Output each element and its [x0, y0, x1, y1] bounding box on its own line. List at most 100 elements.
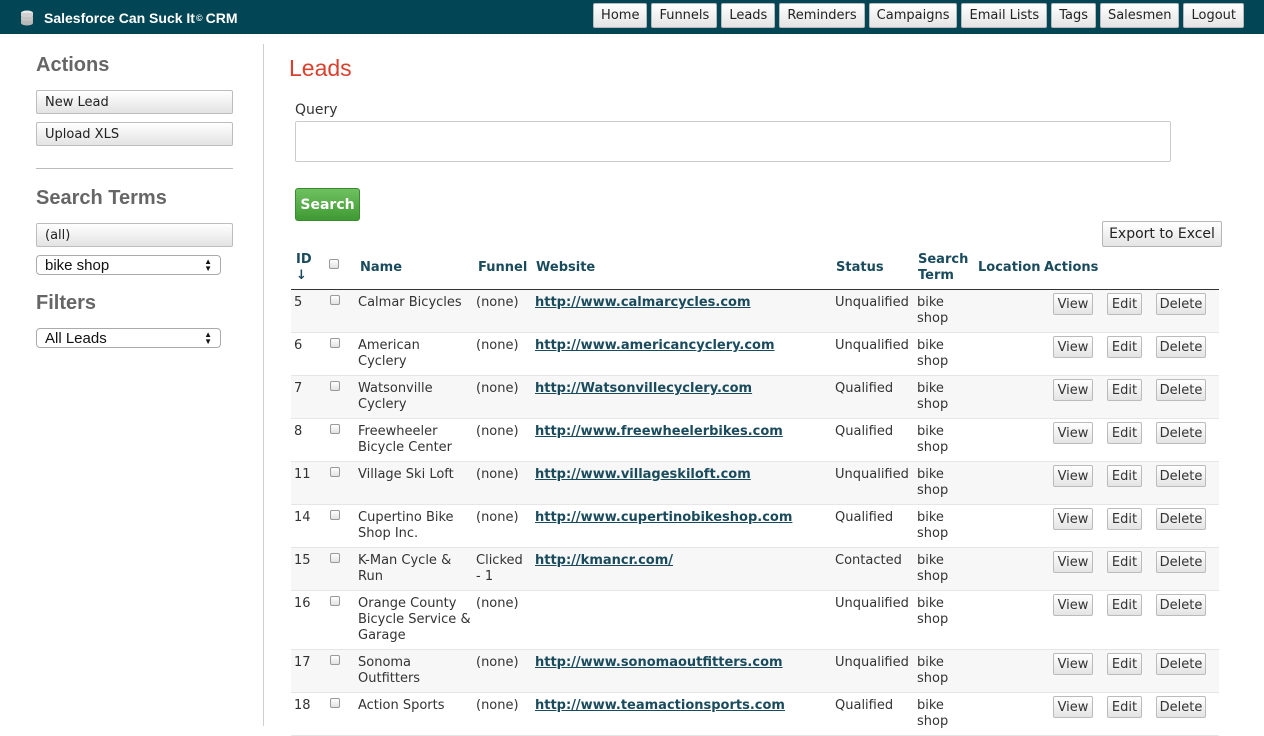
- filter-select[interactable]: All Leads ▲ ▼: [36, 328, 221, 348]
- nav-logout[interactable]: Logout: [1183, 3, 1244, 28]
- row-checkbox[interactable]: [330, 655, 340, 665]
- header-status: Status: [836, 260, 884, 275]
- cell-id: 18: [294, 698, 311, 713]
- cell-id: 16: [294, 596, 311, 611]
- cell-website-link[interactable]: http://Watsonvillecyclery.com: [535, 381, 752, 397]
- edit-button[interactable]: Edit: [1107, 293, 1142, 315]
- view-button[interactable]: View: [1053, 422, 1093, 444]
- cell-website-link[interactable]: http://www.calmarcycles.com: [535, 295, 751, 311]
- cell-search-term-line: shop: [917, 311, 949, 326]
- view-button[interactable]: View: [1053, 653, 1093, 675]
- nav-email-lists[interactable]: Email Lists: [961, 3, 1048, 28]
- cell-name: American Cyclery: [358, 338, 420, 370]
- edit-button[interactable]: Edit: [1107, 336, 1142, 358]
- edit-button[interactable]: Edit: [1107, 508, 1142, 530]
- cell-id: 15: [294, 553, 311, 568]
- cell-search-term-line: shop: [917, 483, 949, 498]
- edit-button[interactable]: Edit: [1107, 696, 1142, 718]
- new-lead-button[interactable]: New Lead: [36, 90, 233, 114]
- cell-search-term-line: shop: [917, 526, 949, 541]
- edit-button[interactable]: Edit: [1107, 379, 1142, 401]
- header-id[interactable]: ID ↓: [296, 252, 312, 284]
- nav-funnels[interactable]: Funnels: [651, 3, 718, 28]
- cell-search-term-line: shop: [917, 397, 949, 412]
- delete-button[interactable]: Delete: [1156, 422, 1206, 444]
- cell-website-link[interactable]: http://kmancr.com/: [535, 553, 673, 569]
- cell-name-line: Calmar Bicycles: [358, 295, 462, 310]
- cell-search-term-line: shop: [917, 714, 949, 729]
- select-arrows-icon: ▲ ▼: [204, 257, 212, 273]
- row-checkbox[interactable]: [330, 698, 340, 708]
- view-button[interactable]: View: [1053, 696, 1093, 718]
- delete-button[interactable]: Delete: [1156, 696, 1206, 718]
- row-checkbox[interactable]: [330, 510, 340, 520]
- app-title-sup: ©: [195, 13, 203, 23]
- cell-id: 14: [294, 510, 311, 525]
- cell-id: 11: [294, 467, 311, 482]
- row-checkbox[interactable]: [330, 596, 340, 606]
- row-checkbox[interactable]: [330, 381, 340, 391]
- header-search-term-line1: Search: [918, 252, 969, 267]
- all-terms-button[interactable]: (all): [36, 223, 233, 247]
- row-checkbox[interactable]: [330, 295, 340, 305]
- app-title: Salesforce Can Suck It: [44, 10, 195, 26]
- upload-xls-button[interactable]: Upload XLS: [36, 122, 233, 146]
- export-excel-button[interactable]: Export to Excel: [1102, 221, 1222, 247]
- delete-button[interactable]: Delete: [1156, 551, 1206, 573]
- sidebar-divider: [36, 168, 233, 169]
- cell-name: Watsonville Cyclery: [358, 381, 433, 413]
- cell-website-link[interactable]: http://www.americancyclery.com: [535, 338, 775, 354]
- cell-website-link[interactable]: http://www.villageskiloft.com: [535, 467, 751, 483]
- view-button[interactable]: View: [1053, 508, 1093, 530]
- view-button[interactable]: View: [1053, 551, 1093, 573]
- search-term-select[interactable]: bike shop ▲ ▼: [36, 255, 221, 275]
- edit-button[interactable]: Edit: [1107, 594, 1142, 616]
- cell-website-link[interactable]: http://www.teamactionsports.com: [535, 698, 785, 714]
- cell-name-line: Outfitters: [358, 671, 421, 686]
- cell-website-link[interactable]: http://www.sonomaoutfitters.com: [535, 655, 783, 671]
- nav-tags[interactable]: Tags: [1051, 3, 1096, 28]
- delete-button[interactable]: Delete: [1156, 293, 1206, 315]
- edit-button[interactable]: Edit: [1107, 653, 1142, 675]
- search-term-select-value: bike shop: [45, 256, 110, 274]
- row-checkbox[interactable]: [330, 338, 340, 348]
- view-button[interactable]: View: [1053, 465, 1093, 487]
- cell-website-link[interactable]: http://www.freewheelerbikes.com: [535, 424, 783, 440]
- nav-reminders[interactable]: Reminders: [779, 3, 865, 28]
- delete-button[interactable]: Delete: [1156, 508, 1206, 530]
- row-checkbox[interactable]: [330, 467, 340, 477]
- cell-search-term-line: bike: [917, 553, 944, 568]
- cell-status: Qualified: [835, 381, 894, 396]
- nav-salesmen[interactable]: Salesmen: [1099, 3, 1180, 28]
- edit-button[interactable]: Edit: [1107, 422, 1142, 444]
- sort-down-icon: ↓: [296, 268, 307, 283]
- query-input[interactable]: [295, 121, 1171, 162]
- delete-button[interactable]: Delete: [1156, 594, 1206, 616]
- nav-home[interactable]: Home: [593, 3, 648, 28]
- table-row: 11 Village Ski Loft (none) http://www.villa…: [291, 462, 1219, 505]
- row-checkbox[interactable]: [330, 553, 340, 563]
- delete-button[interactable]: Delete: [1156, 336, 1206, 358]
- cell-search-term-line: shop: [917, 671, 949, 686]
- nav-campaigns[interactable]: Campaigns: [868, 3, 958, 28]
- view-button[interactable]: View: [1053, 379, 1093, 401]
- delete-button[interactable]: Delete: [1156, 465, 1206, 487]
- table-row: 18 Action Sports (none) http://www.teamacti…: [291, 693, 1219, 736]
- view-button[interactable]: View: [1053, 293, 1093, 315]
- row-checkbox[interactable]: [330, 424, 340, 434]
- cell-website-link[interactable]: http://www.cupertinobikeshop.com: [535, 510, 792, 526]
- cell-name-line: Cupertino Bike: [358, 510, 454, 525]
- app-brand[interactable]: Salesforce Can Suck It © CRM: [18, 7, 237, 29]
- delete-button[interactable]: Delete: [1156, 379, 1206, 401]
- edit-button[interactable]: Edit: [1107, 551, 1142, 573]
- search-button[interactable]: Search: [295, 188, 360, 221]
- select-all-checkbox[interactable]: [329, 259, 339, 269]
- actions-heading: Actions: [36, 54, 110, 76]
- edit-button[interactable]: Edit: [1107, 465, 1142, 487]
- header-search-term: Search Term: [918, 252, 968, 284]
- view-button[interactable]: View: [1053, 336, 1093, 358]
- delete-button[interactable]: Delete: [1156, 653, 1206, 675]
- cell-search-term: bike shop: [917, 381, 948, 413]
- nav-leads[interactable]: Leads: [721, 3, 776, 28]
- view-button[interactable]: View: [1053, 594, 1093, 616]
